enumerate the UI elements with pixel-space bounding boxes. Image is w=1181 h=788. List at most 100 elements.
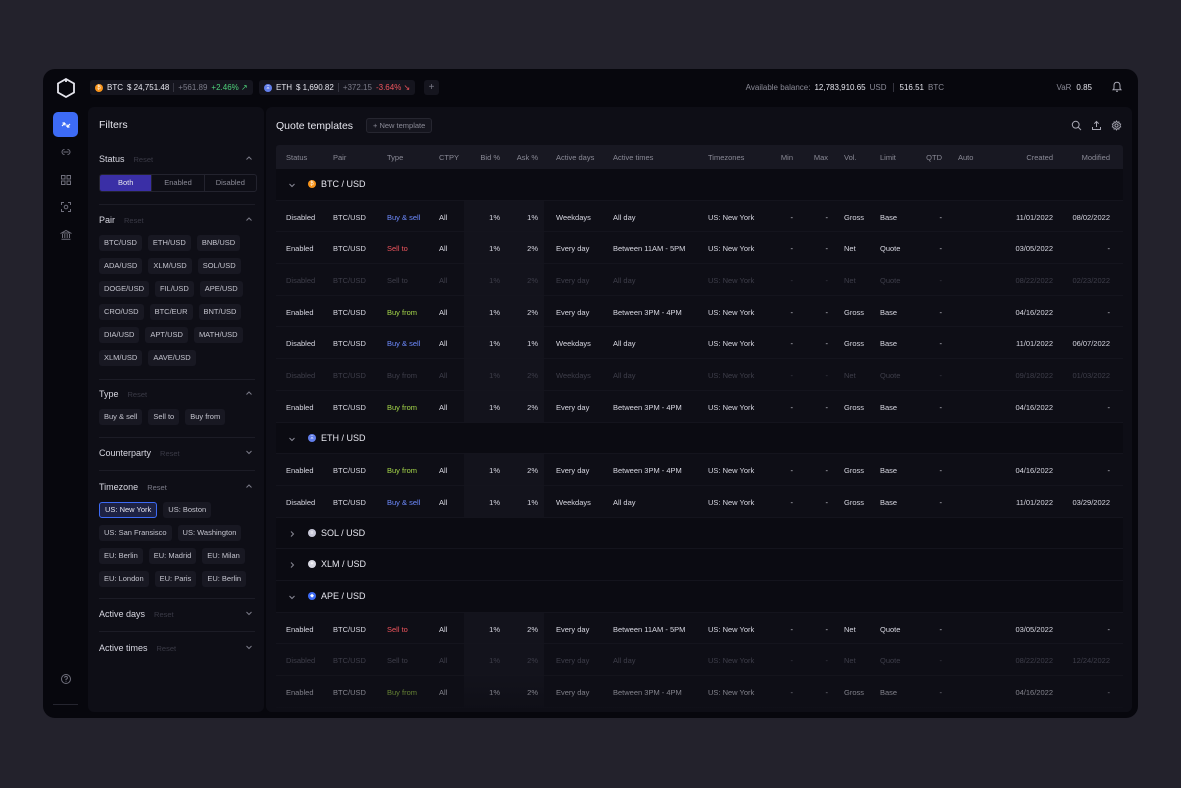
table-row[interactable]: Enabled BTC/USD Sell to All 1% 2% Every day Bet… (276, 612, 1123, 645)
search-icon[interactable] (1071, 120, 1082, 131)
filter-reset-button[interactable]: Reset (134, 155, 154, 164)
filter-reset-button[interactable]: Reset (128, 390, 148, 399)
chevron-up-icon[interactable] (245, 389, 253, 397)
column-header[interactable]: Bid % (480, 153, 500, 162)
rail-scan-button[interactable] (53, 194, 78, 219)
table-row[interactable]: Disabled BTC/USD Sell to All 1% 2% Every day Al… (276, 264, 1123, 296)
pair-chip[interactable]: ADA/USD (99, 258, 143, 274)
filter-type-header[interactable]: Type Reset (99, 387, 255, 401)
chevron-up-icon[interactable] (245, 482, 253, 490)
group-row[interactable]: ₿ BTC / USD (276, 169, 1123, 201)
chevron-down-icon[interactable] (245, 448, 253, 456)
column-header[interactable]: QTD (926, 153, 942, 162)
settings-icon[interactable] (1111, 120, 1122, 131)
pair-chip[interactable]: CRO/USD (99, 304, 144, 320)
filter-reset-button[interactable]: Reset (124, 216, 144, 225)
column-header[interactable]: Active times (613, 153, 653, 162)
filter-active-times-header[interactable]: Active times Reset (99, 641, 255, 655)
filter-reset-button[interactable]: Reset (147, 483, 167, 492)
filter-status-header[interactable]: Status Reset (99, 152, 255, 166)
pair-chip[interactable]: BNB/USD (196, 235, 241, 251)
column-header[interactable]: Max (814, 153, 828, 162)
timezone-chip[interactable]: EU: London (99, 571, 149, 587)
column-header[interactable]: Type (387, 153, 403, 162)
type-chip[interactable]: Sell to (148, 409, 180, 425)
rail-bank-button[interactable] (53, 222, 78, 247)
pair-chip[interactable]: SOL/USD (197, 258, 241, 274)
chevron-right-icon[interactable] (288, 530, 296, 538)
timezone-chip[interactable]: US: San Fransisco (99, 525, 172, 541)
table-row[interactable]: Enabled BTC/USD Buy from All 1% 2% Every day Be… (276, 390, 1123, 423)
chevron-down-icon[interactable] (245, 643, 253, 651)
filter-reset-button[interactable]: Reset (154, 610, 174, 619)
logo-icon[interactable] (57, 78, 75, 98)
bell-icon[interactable] (1111, 81, 1123, 93)
timezone-chip[interactable]: EU: Paris (154, 571, 197, 587)
rail-swap-button[interactable] (53, 112, 78, 137)
pair-chip[interactable]: MATH/USD (193, 327, 243, 343)
pair-chip[interactable]: XLM/USD (148, 258, 192, 274)
pair-chip[interactable]: DOGE/USD (99, 281, 150, 297)
chevron-down-icon[interactable] (288, 181, 296, 189)
table-row[interactable]: Disabled BTC/USD Sell to All 1% 2% Every day Al… (276, 644, 1123, 676)
type-chip[interactable]: Buy & sell (99, 409, 143, 425)
column-header[interactable]: Modified (1082, 153, 1110, 162)
pair-chip[interactable]: APE/USD (199, 281, 243, 297)
table-row[interactable]: Enabled BTC/USD Sell to All 1% 2% Every day Bet… (276, 232, 1123, 265)
filter-counterparty-header[interactable]: Counterparty Reset (99, 446, 255, 460)
column-header[interactable]: Timezones (708, 153, 744, 162)
timezone-chip[interactable]: EU: Milan (202, 548, 245, 564)
chevron-down-icon[interactable] (245, 609, 253, 617)
pair-chip[interactable]: BTC/USD (99, 235, 142, 251)
table-row[interactable]: Disabled BTC/USD Buy from All 1% 2% Weekdays Al… (276, 359, 1123, 391)
pair-chip[interactable]: FIL/USD (155, 281, 194, 297)
group-row[interactable]: ≡ SOL / USD (276, 517, 1123, 550)
rail-grid-button[interactable] (53, 167, 78, 192)
chevron-down-icon[interactable] (288, 593, 296, 601)
pair-chip[interactable]: DIA/USD (99, 327, 140, 343)
add-ticker-button[interactable]: + (424, 80, 439, 95)
column-header[interactable]: Limit (880, 153, 896, 162)
table-row[interactable]: Disabled BTC/USD Buy & sell All 1% 1% Weekdays… (276, 485, 1123, 518)
filter-reset-button[interactable]: Reset (160, 449, 180, 458)
column-header[interactable]: Created (1026, 153, 1053, 162)
group-row[interactable]: ✶ XLM / USD (276, 549, 1123, 581)
column-header[interactable]: Min (781, 153, 793, 162)
chevron-up-icon[interactable] (245, 154, 253, 162)
filter-pair-header[interactable]: Pair Reset (99, 213, 255, 227)
chevron-down-icon[interactable] (288, 435, 296, 443)
ticker-eth[interactable]: Ξ ETH $ 1,690.82 +372.15 -3.64% ↘ (259, 80, 416, 95)
timezone-chip[interactable]: EU: Madrid (148, 548, 197, 564)
new-template-button[interactable]: + New template (366, 118, 433, 133)
type-chip[interactable]: Buy from (185, 409, 226, 425)
ticker-btc[interactable]: ₿ BTC $ 24,751.48 +561.89 +2.46% ↗ (90, 80, 253, 95)
table-row[interactable]: Disabled BTC/USD Buy & sell All 1% 1% Weekdays… (276, 327, 1123, 360)
column-header[interactable]: Auto (958, 153, 973, 162)
rail-help-button[interactable] (53, 666, 78, 691)
status-option-enabled[interactable]: Enabled (151, 175, 203, 191)
pair-chip[interactable]: ETH/USD (147, 235, 191, 251)
column-header[interactable]: Pair (333, 153, 346, 162)
group-row[interactable]: Ξ ETH / USD (276, 422, 1123, 455)
table-row[interactable]: Enabled BTC/USD Buy from All 1% 2% Every day Be… (276, 454, 1123, 486)
table-row[interactable]: Enabled BTC/USD Buy from All 1% 2% Every day Be… (276, 676, 1123, 708)
timezone-chip[interactable]: EU: Berlin (202, 571, 247, 587)
column-header[interactable]: Vol. (844, 153, 857, 162)
status-option-disabled[interactable]: Disabled (203, 175, 256, 191)
pair-chip[interactable]: BTC/EUR (149, 304, 193, 320)
pair-chip[interactable]: APT/USD (145, 327, 188, 343)
pair-chip[interactable]: AAVE/USD (148, 350, 196, 366)
timezone-chip[interactable]: EU: Berlin (99, 548, 143, 564)
chevron-up-icon[interactable] (245, 215, 253, 223)
timezone-chip[interactable]: US: Boston (163, 502, 212, 518)
column-header[interactable]: CTPY (439, 153, 459, 162)
chevron-right-icon[interactable] (288, 561, 296, 569)
filter-timezone-header[interactable]: Timezone Reset (99, 480, 255, 494)
pair-chip[interactable]: BNT/USD (198, 304, 242, 320)
rail-link-button[interactable] (53, 139, 78, 164)
timezone-chip[interactable]: US: Washington (177, 525, 242, 541)
filter-active-days-header[interactable]: Active days Reset (99, 607, 255, 621)
pair-chip[interactable]: XLM/USD (99, 350, 143, 366)
table-row[interactable]: Enabled BTC/USD Buy from All 1% 2% Every day Be… (276, 295, 1123, 328)
column-header[interactable]: Ask % (517, 153, 538, 162)
